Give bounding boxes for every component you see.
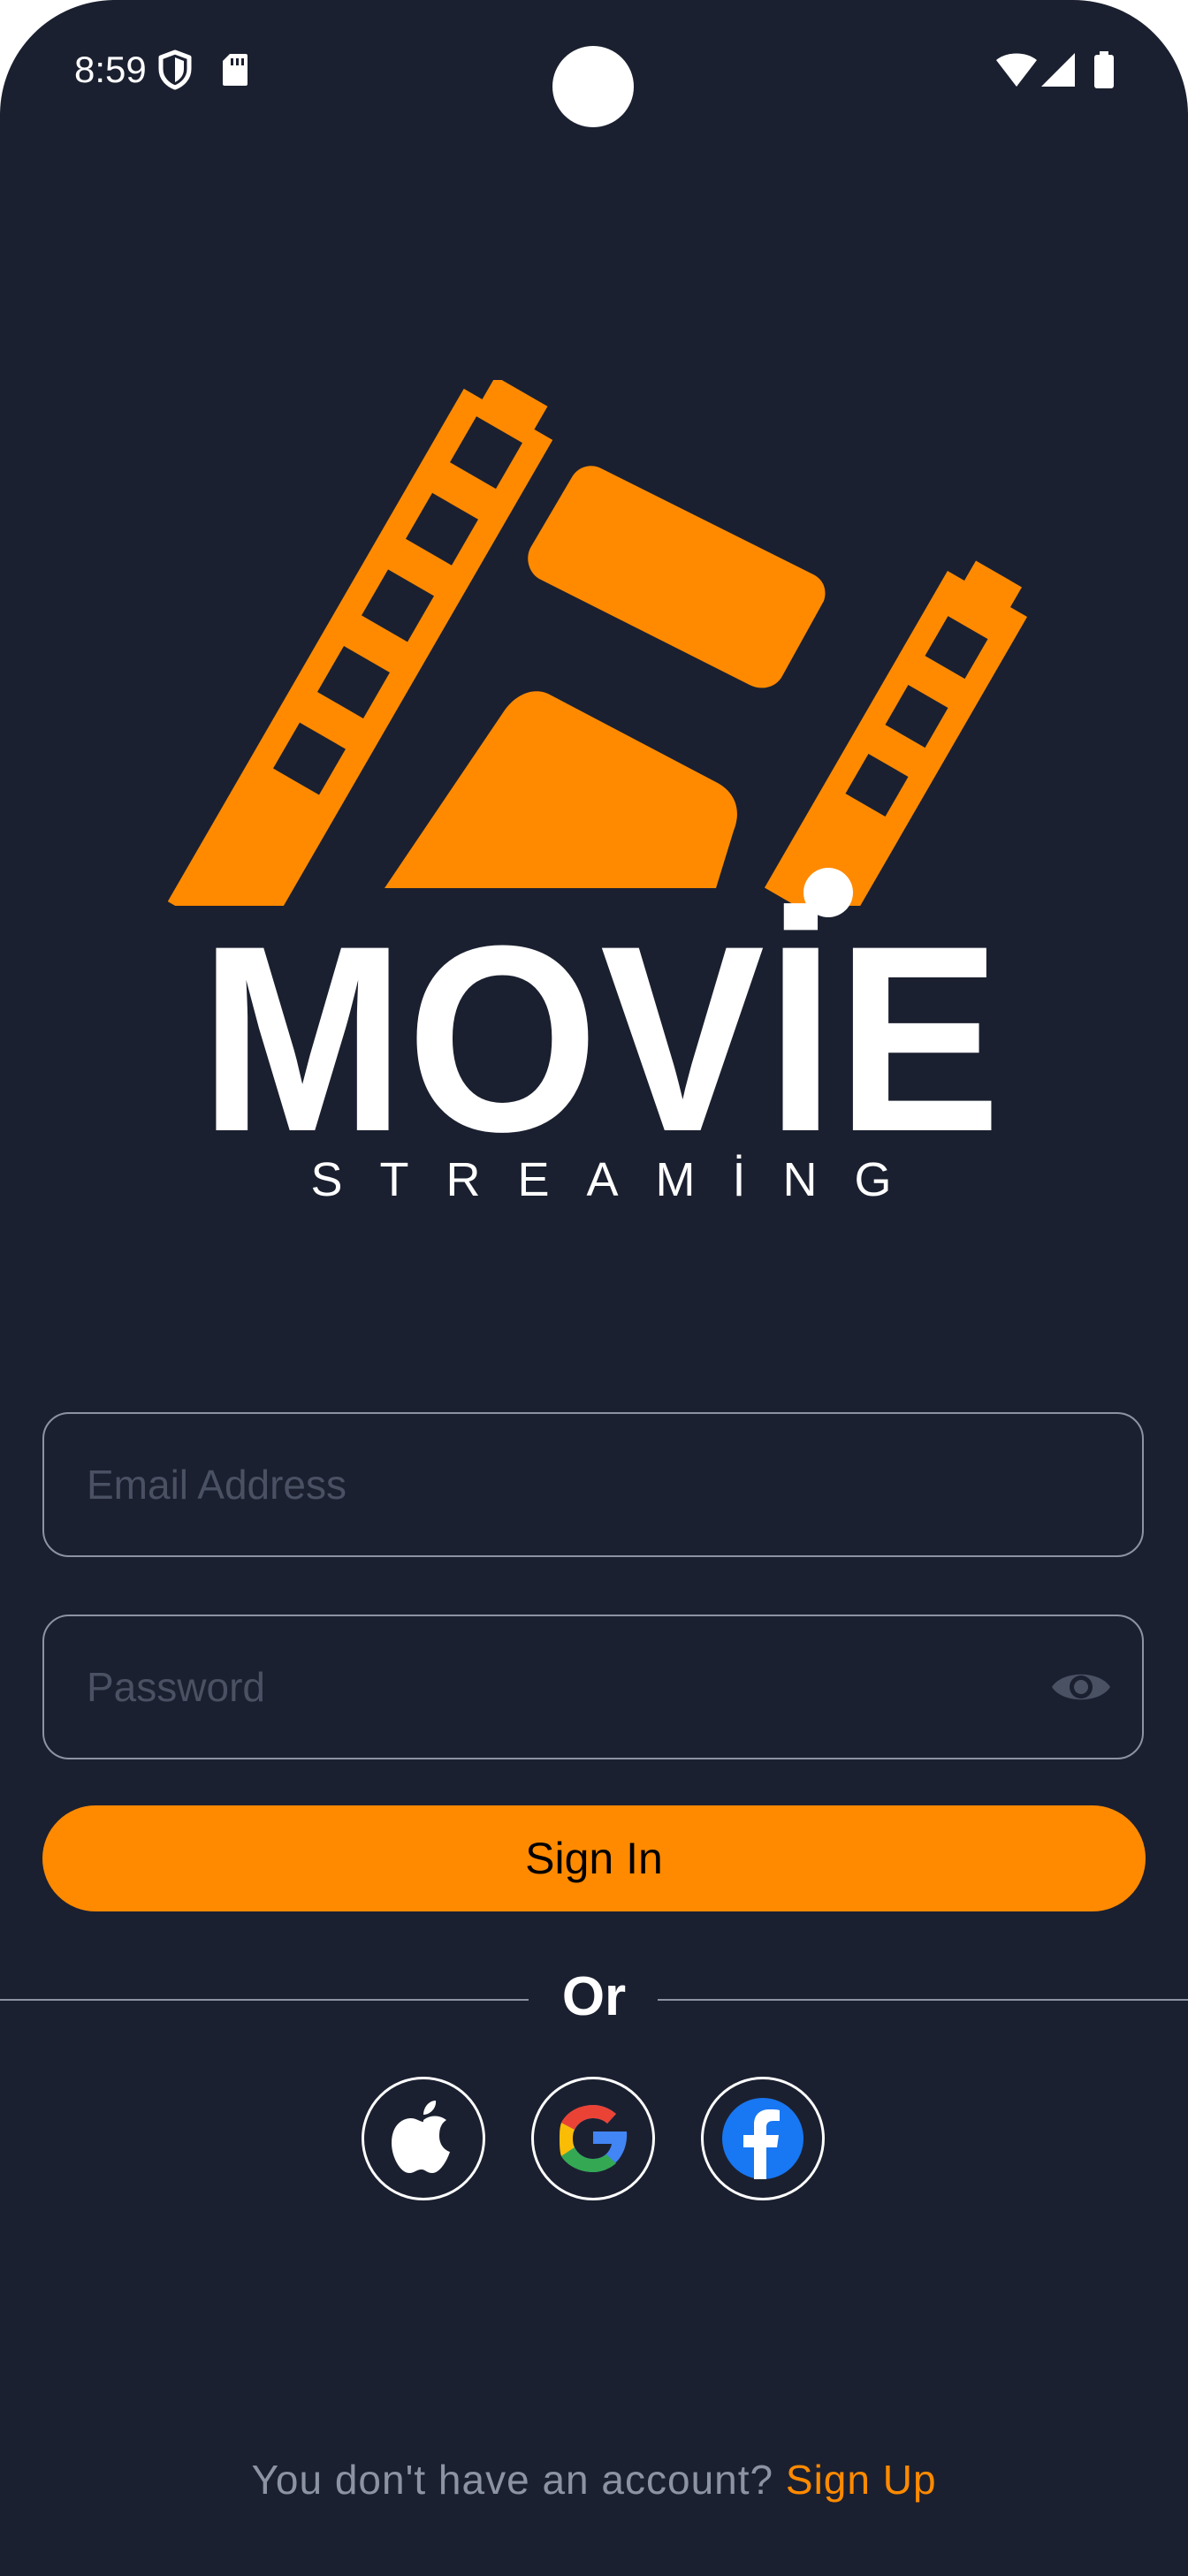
login-screen: 8:59 MOVİE STREAMİNG Email Address Passw…: [0, 0, 1188, 2576]
logo-subtitle: STREAMİNG: [310, 1153, 929, 1206]
or-label: Or: [561, 1966, 627, 2027]
google-sign-in-button[interactable]: [531, 2077, 655, 2200]
google-icon: [560, 2105, 628, 2172]
facebook-sign-in-button[interactable]: [701, 2077, 825, 2200]
status-time: 8:59: [74, 49, 147, 90]
divider-left: [0, 1999, 529, 2001]
battery-icon: [1094, 51, 1114, 88]
password-field[interactable]: Password: [42, 1615, 1144, 1759]
eye-icon[interactable]: [1050, 1665, 1112, 1709]
email-placeholder: Email Address: [87, 1462, 347, 1508]
wifi-icon: [996, 53, 1037, 87]
sign-up-prompt: You don't have an account? Sign Up: [0, 2453, 1188, 2506]
shield-icon: [158, 49, 192, 90]
sd-card-icon: [223, 54, 248, 86]
email-field[interactable]: Email Address: [42, 1412, 1144, 1557]
sign-up-link[interactable]: Sign Up: [786, 2457, 937, 2503]
sign-in-button[interactable]: Sign In: [42, 1805, 1146, 1911]
apple-icon: [392, 2101, 450, 2173]
apple-sign-in-button[interactable]: [362, 2077, 485, 2200]
logo-title: MOVİE: [199, 890, 1003, 1187]
password-placeholder: Password: [87, 1664, 265, 1710]
divider-right: [658, 1999, 1188, 2001]
cellular-signal-icon: [1041, 53, 1075, 87]
facebook-icon: [722, 2098, 803, 2179]
sign-up-question: You don't have an account?: [251, 2457, 774, 2503]
front-camera: [552, 46, 634, 127]
